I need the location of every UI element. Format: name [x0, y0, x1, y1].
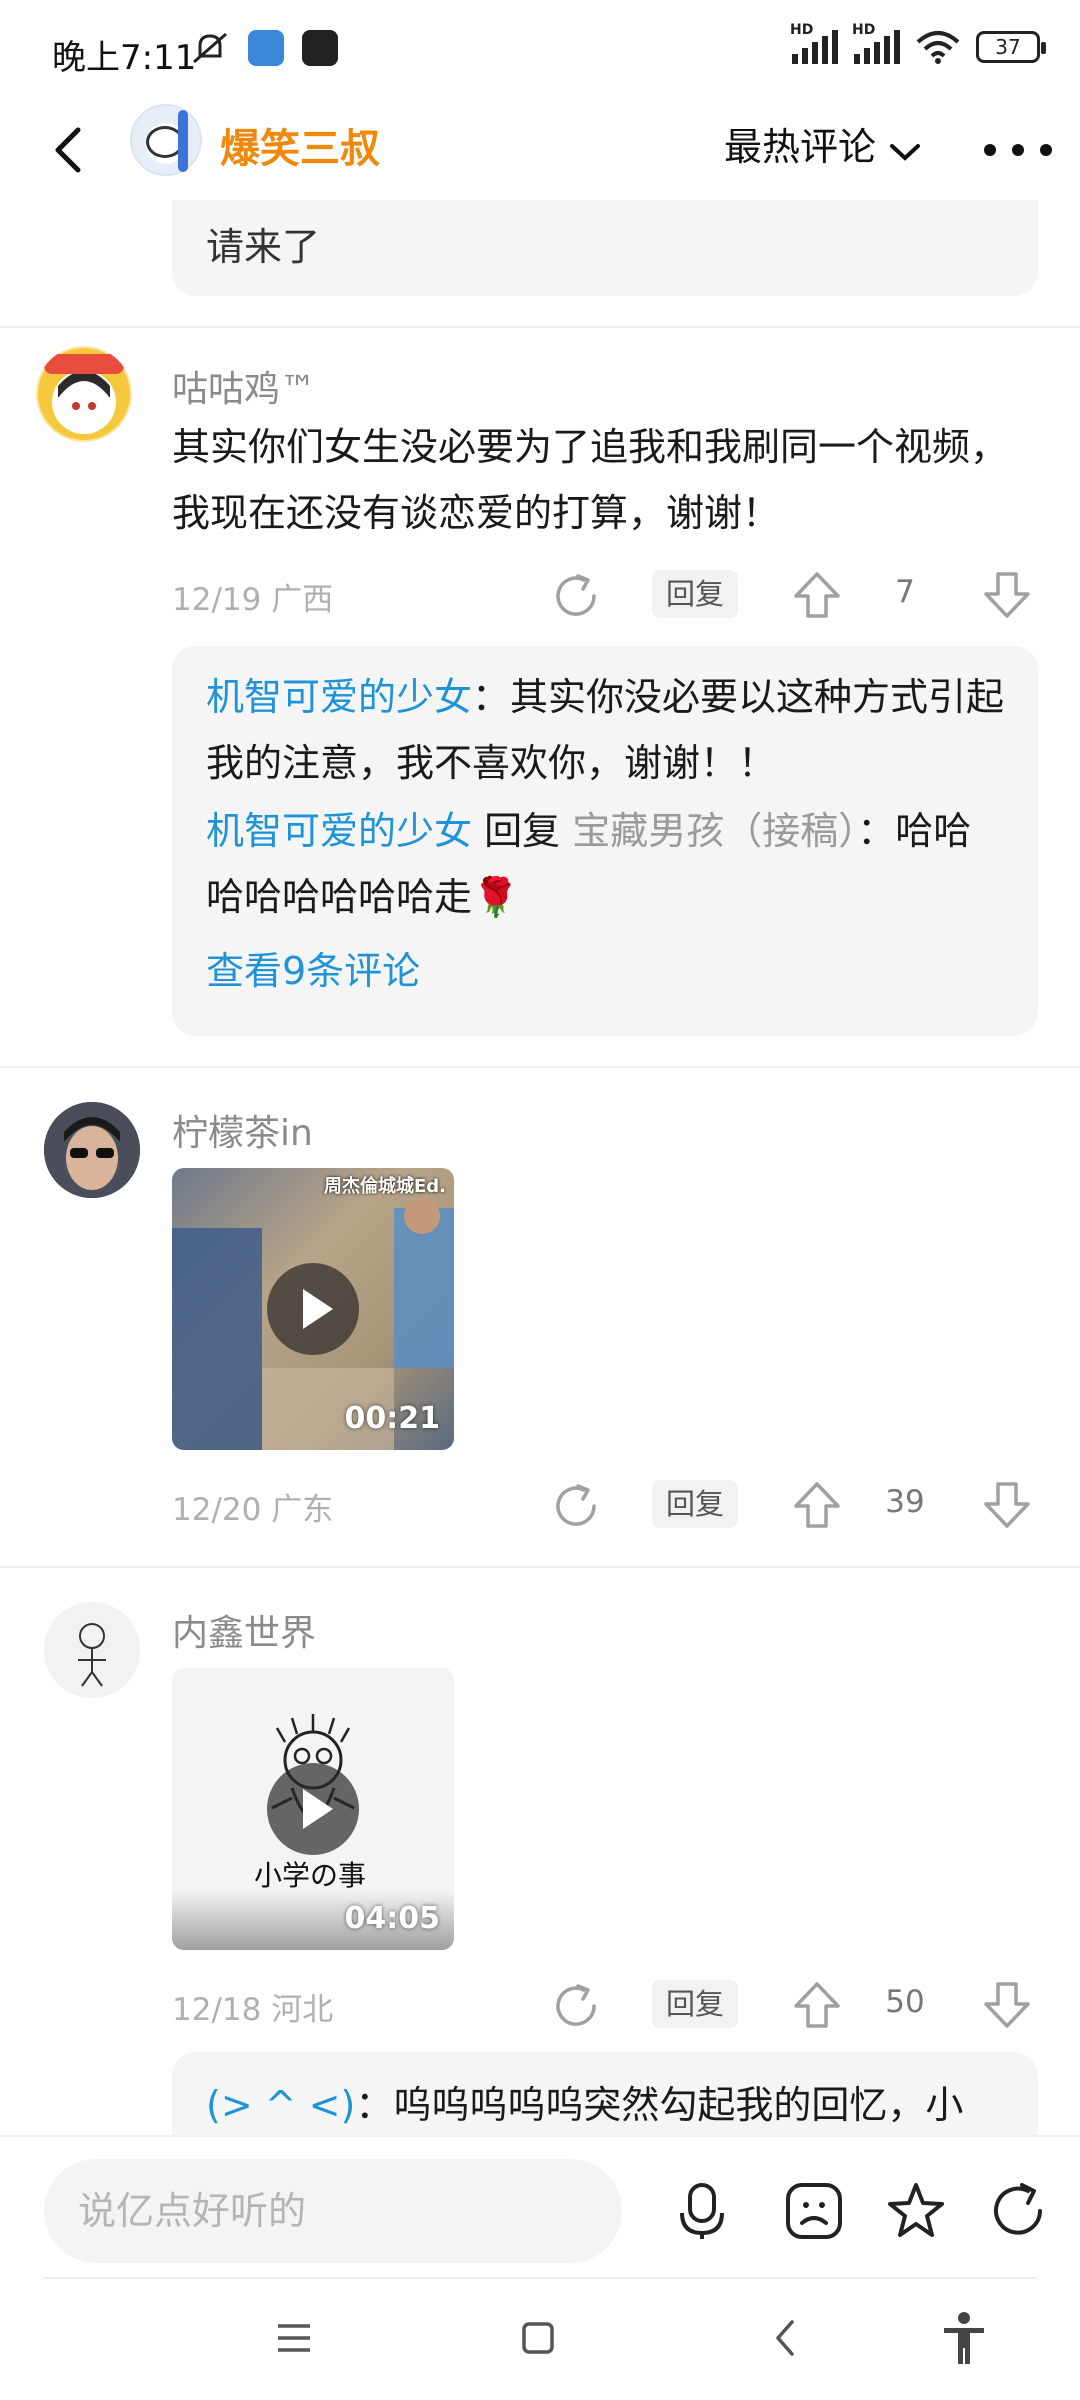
more-options-button[interactable] — [972, 130, 1072, 170]
reply-item[interactable]: 机智可爱的少女 回复 宝藏男孩（接稿）：哈哈哈哈哈哈哈哈走🌹 — [206, 798, 1006, 930]
comment-avatar[interactable] — [44, 1102, 140, 1198]
emoji-icon[interactable] — [782, 2179, 846, 2243]
back-button[interactable] — [38, 118, 102, 182]
comment-meta: 12/18 河北 — [172, 1984, 333, 2029]
share-icon[interactable] — [550, 1980, 602, 2032]
sort-dropdown[interactable]: 最热评论 — [724, 116, 876, 171]
reply-box-previous[interactable]: 请来了 — [172, 200, 1038, 296]
system-nav-bar — [0, 2280, 1080, 2400]
avatar-image — [38, 348, 130, 440]
downvote-icon[interactable] — [980, 568, 1034, 622]
reply-username[interactable]: 机智可爱的少女 — [206, 675, 472, 719]
comment-meta: 12/20 广东 — [172, 1484, 333, 1529]
signal-icon: HD — [790, 22, 838, 64]
status-notification-icons — [190, 30, 338, 66]
avatar-image — [44, 1602, 140, 1698]
divider — [0, 1566, 1080, 1568]
comment-meta: 12/19 广西 — [172, 574, 333, 619]
comment-avatar[interactable] — [44, 1602, 140, 1698]
comment-region: 广西 — [271, 582, 334, 618]
comment-input-container[interactable] — [44, 2159, 622, 2263]
upvote-count: 50 — [885, 1984, 925, 2020]
video-thumbnail[interactable]: 周杰倫城城Ed. 00:21 — [172, 1168, 454, 1450]
uploader-avatar[interactable] — [130, 104, 202, 176]
replies-box[interactable]: (> ^ <)：呜呜呜呜呜突然勾起我的回忆，小 — [172, 2052, 1038, 2135]
upvote-icon[interactable] — [790, 1978, 844, 2032]
mute-icon — [193, 32, 227, 64]
comment-actions: 回复 7 — [540, 566, 1040, 626]
reply-username[interactable]: (> ^ <) — [206, 2083, 355, 2127]
comment-username[interactable]: 内鑫世界 — [172, 1604, 316, 1656]
signal-icon-2: HD — [852, 22, 900, 64]
comment-region: 河北 — [271, 1992, 334, 2028]
share-icon[interactable] — [986, 2179, 1050, 2243]
comment-region: 广东 — [271, 1492, 334, 1528]
reply-username[interactable]: 机智可爱的少女 — [206, 809, 472, 853]
upvote-icon[interactable] — [790, 1478, 844, 1532]
comment-date: 12/18 — [172, 1992, 262, 2028]
downvote-icon[interactable] — [980, 1478, 1034, 1532]
comment-avatar[interactable] — [36, 346, 132, 442]
comment-username[interactable]: 柠檬茶in — [172, 1104, 313, 1156]
upvote-count: 7 — [895, 574, 915, 610]
reply-text: ：呜呜呜呜呜突然勾起我的回忆，小 — [355, 2083, 964, 2127]
reply-target-username[interactable]: 宝藏男孩（接稿） — [572, 809, 857, 853]
comment-input-bar — [0, 2135, 1080, 2277]
accessibility-icon[interactable] — [934, 2308, 994, 2368]
voice-icon[interactable] — [670, 2179, 734, 2243]
comment-username[interactable]: 咕咕鸡™ — [172, 360, 316, 412]
app-notification-icon — [248, 30, 284, 66]
wifi-icon — [916, 31, 960, 64]
divider — [44, 2277, 1036, 2279]
share-icon[interactable] — [550, 570, 602, 622]
divider — [0, 326, 1080, 328]
video-caption: 周杰倫城城Ed. — [323, 1176, 446, 1197]
reply-text-tail: 请来了 — [206, 225, 321, 269]
status-right-icons: HD HD 37 — [790, 22, 1046, 64]
favorite-star-icon[interactable] — [884, 2179, 948, 2243]
sort-label: 最热评论 — [724, 125, 877, 169]
comment-date: 12/20 — [172, 1492, 262, 1528]
play-icon[interactable] — [267, 1763, 359, 1855]
replies-box[interactable]: 机智可爱的少女：其实你没必要以这种方式引起我的注意，我不喜欢你，谢谢！！ 机智可… — [172, 646, 1038, 1036]
comment-input[interactable] — [78, 2159, 598, 2263]
status-bar: 晚上7:11 HD HD 37 — [0, 0, 1080, 100]
comment-actions: 回复 50 — [540, 1976, 1040, 2036]
reply-button[interactable]: 回复 — [652, 570, 739, 618]
status-time: 晚上7:11 — [52, 38, 197, 78]
reply-button[interactable]: 回复 — [652, 1480, 739, 1528]
video-caption: 小学の事 — [254, 1859, 367, 1892]
bilibili-notification-icon — [302, 30, 338, 66]
comment-text: 其实你们女生没必要为了追我和我刷同一个视频，我现在还没有谈恋爱的打算，谢谢！ — [172, 425, 1009, 535]
video-thumbnail[interactable]: 小学の事 04:05 — [172, 1668, 454, 1950]
reply-connector: 回复 — [472, 809, 573, 853]
home-icon[interactable] — [508, 2308, 568, 2368]
video-duration: 04:05 — [344, 1901, 441, 1936]
comment-date: 12/19 — [172, 582, 262, 618]
reply-item[interactable]: 机智可爱的少女：其实你没必要以这种方式引起我的注意，我不喜欢你，谢谢！！ — [206, 664, 1006, 796]
play-icon[interactable] — [267, 1263, 359, 1355]
sort-chevron-down-icon — [890, 144, 920, 161]
share-icon[interactable] — [550, 1480, 602, 1532]
divider — [0, 1066, 1080, 1068]
upvote-icon[interactable] — [790, 568, 844, 622]
reply-item[interactable]: (> ^ <)：呜呜呜呜呜突然勾起我的回忆，小 — [206, 2072, 1006, 2135]
comment-list[interactable]: 请来了 咕咕鸡™ 其实你们女生没必要为了追我和我刷同一个视频，我现在还没有谈恋爱… — [0, 200, 1080, 2135]
reply-button[interactable]: 回复 — [652, 1980, 739, 2028]
comment-actions: 回复 39 — [540, 1476, 1040, 1536]
avatar-image — [44, 1102, 140, 1198]
back-icon[interactable] — [756, 2308, 816, 2368]
menu-icon[interactable] — [264, 2308, 324, 2368]
downvote-icon[interactable] — [980, 1978, 1034, 2032]
uploader-name[interactable]: 爆笑三叔 — [220, 116, 380, 174]
video-duration: 00:21 — [344, 1401, 441, 1436]
view-more-replies-link[interactable]: 查看9条评论 — [206, 938, 1006, 1004]
battery-icon: 37 — [976, 31, 1046, 63]
upvote-count: 39 — [885, 1484, 925, 1520]
